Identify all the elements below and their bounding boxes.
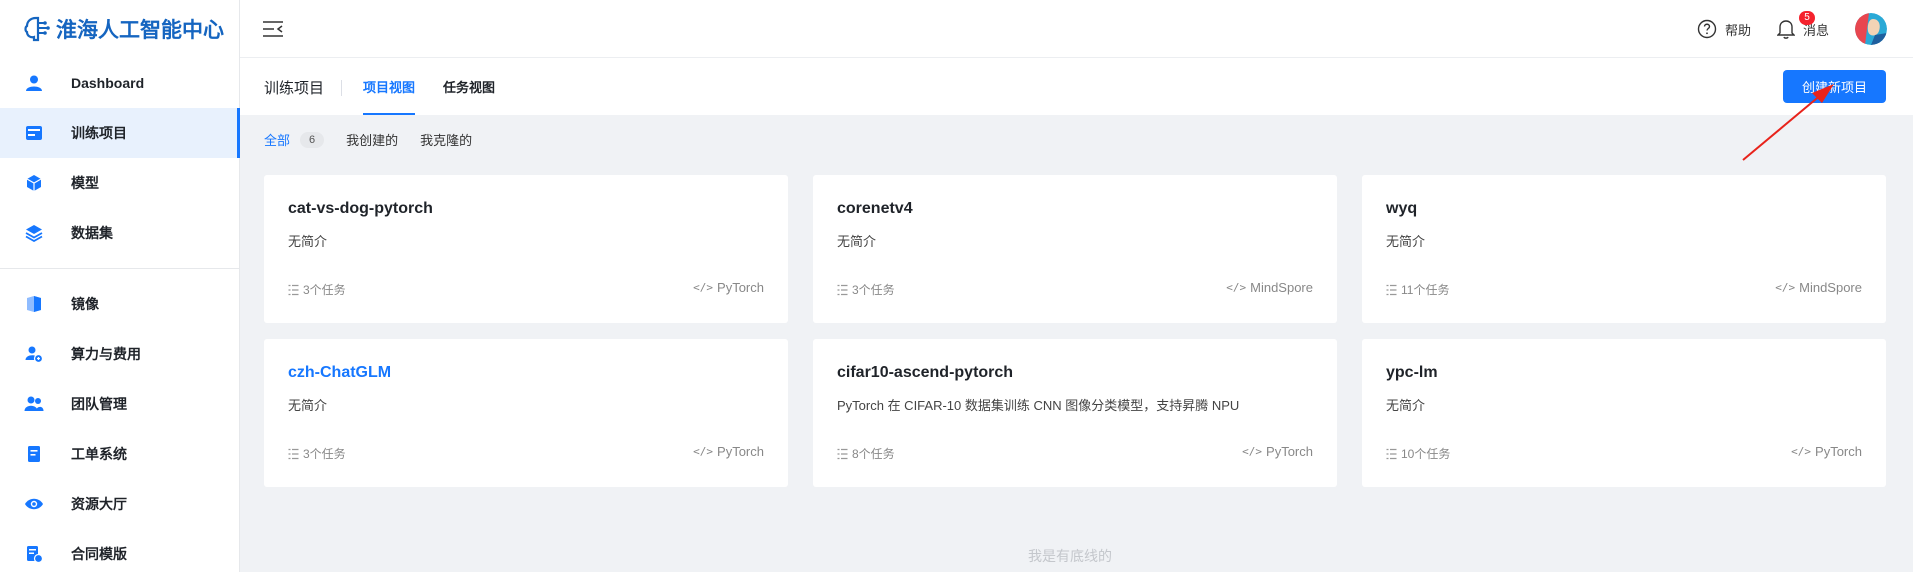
create-project-button[interactable]: 创建新项目 [1783, 70, 1886, 103]
project-card[interactable]: cifar10-ascend-pytorch PyTorch 在 CIFAR-1… [813, 339, 1337, 487]
project-card[interactable]: cat-vs-dog-pytorch 无简介 3个任务 </> PyTorch [264, 175, 788, 323]
project-card[interactable]: czh-ChatGLM 无简介 3个任务 </> PyTorch [264, 339, 788, 487]
tab-task-view[interactable]: 任务视图 [443, 77, 495, 96]
project-framework: </> PyTorch [693, 280, 764, 295]
ticket-icon [24, 444, 44, 464]
project-framework: </> PyTorch [693, 444, 764, 459]
sidebar-item-label: 合同模版 [71, 546, 127, 562]
compute-icon [24, 344, 44, 364]
project-title: ypc-lm [1386, 364, 1438, 381]
filter-label: 全部 [264, 133, 291, 148]
sidebar-item-label: 算力与费用 [71, 346, 141, 362]
project-task-count: 10个任务 [1386, 445, 1450, 462]
sidebar-item-models[interactable]: 模型 [0, 158, 239, 208]
training-icon [24, 123, 44, 143]
sidebar-item-label: 镜像 [71, 296, 99, 312]
project-card[interactable]: ypc-lm 无简介 10个任务 </> PyTorch [1362, 339, 1886, 487]
sidebar-item-datasets[interactable]: 数据集 [0, 208, 239, 258]
user-icon [24, 73, 44, 93]
sidebar-item-label: 资源大厅 [71, 496, 127, 512]
sidebar-item-label: Dashboard [71, 75, 145, 91]
project-description: 无简介 [1386, 234, 1426, 249]
task-list-icon [1386, 448, 1397, 459]
code-icon: </> [1242, 445, 1263, 458]
project-card[interactable]: wyq 无简介 11个任务 </> MindSpore [1362, 175, 1886, 323]
title-divider [341, 80, 342, 96]
project-title: cifar10-ascend-pytorch [837, 364, 1014, 381]
sidebar-item-label: 数据集 [71, 225, 113, 241]
filter-cloned-by-me[interactable]: 我克隆的 [420, 130, 472, 149]
sidebar-item-tickets[interactable]: 工单系统 [0, 429, 239, 479]
sidebar-item-label: 工单系统 [71, 446, 127, 462]
logo-text: 淮海人工智能中心 [56, 18, 224, 42]
contract-icon [24, 544, 44, 564]
project-description: 无简介 [288, 398, 328, 413]
end-of-list-text: 我是有底线的 [1028, 548, 1112, 564]
project-framework: </> MindSpore [1226, 280, 1313, 295]
top-header: 帮助 消息 5 [240, 0, 1913, 58]
menu-fold-icon[interactable] [262, 19, 284, 39]
sidebar-item-label: 训练项目 [71, 125, 127, 141]
sidebar-item-dashboard[interactable]: Dashboard [0, 58, 239, 108]
sidebar-item-label: 团队管理 [71, 396, 127, 412]
project-description: PyTorch 在 CIFAR-10 数据集训练 CNN 图像分类模型，支持昇腾… [837, 398, 1240, 413]
project-task-count: 3个任务 [288, 445, 346, 462]
messages-button[interactable]: 消息 5 [1776, 11, 1829, 39]
project-title: wyq [1386, 200, 1418, 217]
page-title: 训练项目 [264, 80, 325, 97]
eye-icon [24, 494, 44, 514]
messages-badge: 5 [1798, 11, 1815, 25]
sidebar-item-images[interactable]: 镜像 [0, 279, 239, 329]
logo[interactable]: 淮海人工智能中心 [0, 0, 239, 58]
code-icon: </> [693, 445, 714, 458]
task-list-icon [288, 284, 299, 295]
image-icon [24, 294, 44, 314]
sidebar-item-training[interactable]: 训练项目 [0, 108, 240, 158]
project-description: 无简介 [837, 234, 877, 249]
project-task-count: 8个任务 [837, 445, 895, 462]
bell-icon [1776, 20, 1795, 39]
task-list-icon [837, 448, 848, 459]
help-button[interactable]: 帮助 [1697, 19, 1751, 39]
tab-project-view[interactable]: 项目视图 [363, 77, 416, 115]
code-icon: </> [1226, 281, 1247, 294]
sidebar-divider [0, 268, 239, 269]
project-description: 无简介 [288, 234, 328, 249]
cube-icon [24, 173, 44, 193]
project-task-count: 3个任务 [837, 281, 895, 298]
sidebar-item-label: 模型 [71, 175, 99, 191]
filter-count-badge: 6 [300, 131, 325, 148]
task-list-icon [837, 284, 848, 295]
filter-created-by-me[interactable]: 我创建的 [346, 130, 398, 149]
code-icon: </> [693, 281, 714, 294]
sidebar-item-team[interactable]: 团队管理 [0, 379, 239, 429]
project-title: cat-vs-dog-pytorch [288, 200, 433, 217]
avatar[interactable] [1855, 13, 1887, 45]
code-icon: </> [1791, 445, 1812, 458]
help-icon [1697, 19, 1717, 39]
filter-bar: 全部 6 我创建的 我克隆的 [264, 130, 494, 149]
project-framework: </> MindSpore [1775, 280, 1862, 295]
brain-logo-icon [24, 16, 50, 42]
task-list-icon [1386, 284, 1397, 295]
filter-all[interactable]: 全部 6 [264, 130, 325, 149]
layers-icon [24, 223, 44, 243]
team-icon [24, 394, 44, 414]
project-task-count: 11个任务 [1386, 281, 1449, 298]
sidebar: 淮海人工智能中心 Dashboard 训练项目 模型 数据集 镜像 算力与费用 … [0, 0, 240, 572]
help-label: 帮助 [1724, 22, 1751, 38]
page-subheader: 训练项目 项目视图 任务视图 创建新项目 [240, 58, 1913, 115]
project-card[interactable]: corenetv4 无简介 3个任务 </> MindSpore [813, 175, 1337, 323]
project-description: 无简介 [1386, 398, 1426, 413]
project-task-count: 3个任务 [288, 281, 346, 298]
sidebar-item-resources[interactable]: 资源大厅 [0, 479, 239, 529]
project-framework: </> PyTorch [1791, 444, 1862, 459]
task-list-icon [288, 448, 299, 459]
project-framework: </> PyTorch [1242, 444, 1313, 459]
sidebar-item-compute[interactable]: 算力与费用 [0, 329, 239, 379]
project-title: corenetv4 [837, 200, 913, 217]
project-title[interactable]: czh-ChatGLM [288, 364, 391, 382]
code-icon: </> [1775, 281, 1796, 294]
sidebar-item-contracts[interactable]: 合同模版 [0, 529, 239, 572]
